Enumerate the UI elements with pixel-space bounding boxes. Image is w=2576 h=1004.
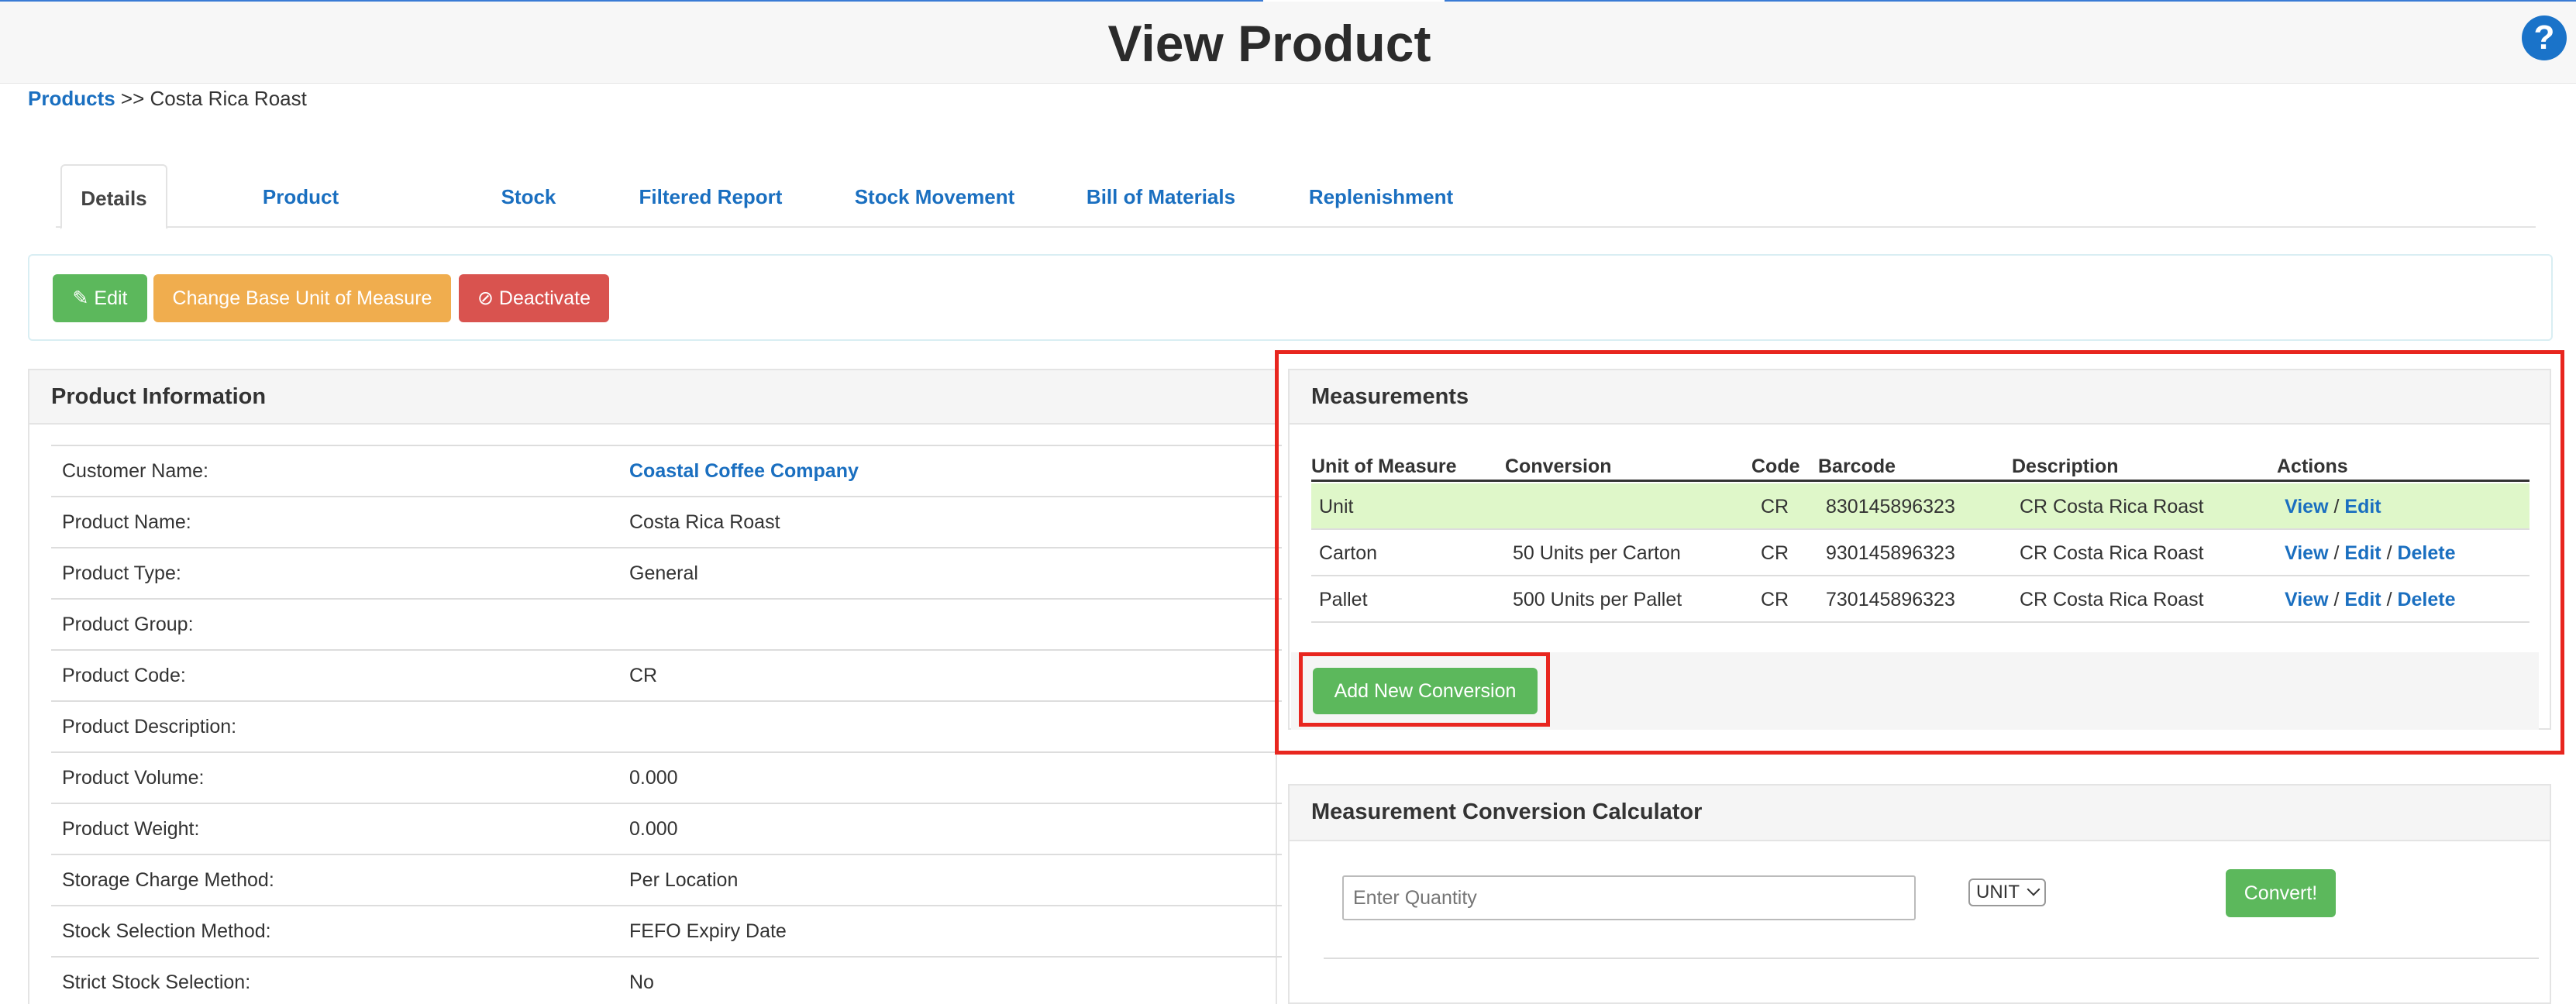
panel-header: Product Information [29, 370, 1276, 425]
info-row: Stock Selection Method: FEFO Expiry Date [51, 905, 1282, 956]
breadcrumb-current: Costa Rica Roast [150, 87, 307, 110]
info-value: No [629, 971, 654, 993]
divider [1324, 958, 2539, 959]
unit-select-value: UNIT [1976, 882, 2020, 903]
tab-product-packagings[interactable]: Product Packagings [208, 164, 394, 273]
question-circle-icon[interactable]: ? [2522, 15, 2567, 60]
change-base-unit-button[interactable]: Change Base Unit of Measure [153, 274, 451, 322]
info-label: Stock Selection Method: [62, 920, 271, 942]
info-row: Product Volume: 0.000 [51, 751, 1282, 803]
info-row: Product Group: [51, 598, 1282, 649]
info-row: Product Weight: 0.000 [51, 803, 1282, 854]
panel-header: Measurement Conversion Calculator [1290, 786, 2550, 841]
info-row: Strict Stock Selection: No [51, 956, 1282, 1004]
quantity-input[interactable] [1342, 875, 1916, 920]
info-label: Product Type: [62, 562, 181, 584]
edit-button-label: Edit [94, 287, 128, 309]
conversion-calculator-panel: Measurement Conversion Calculator UNIT C… [1288, 784, 2551, 1004]
info-row: Product Code: CR [51, 649, 1282, 700]
info-label: Product Description: [62, 716, 237, 738]
panel-title: Measurement Conversion Calculator [1311, 799, 1703, 824]
info-value: 0.000 [629, 767, 678, 789]
info-label: Product Code: [62, 665, 186, 686]
chevron-down-icon [2027, 882, 2040, 896]
info-value: Costa Rica Roast [629, 511, 780, 533]
info-row: Product Description: [51, 700, 1282, 751]
info-label: Product Weight: [62, 818, 200, 840]
info-label: Strict Stock Selection: [62, 971, 251, 993]
info-label: Storage Charge Method: [62, 869, 274, 891]
ban-icon: ⊘ [477, 287, 494, 309]
info-label: Product Volume: [62, 767, 205, 789]
info-row: Storage Charge Method: Per Location [51, 854, 1282, 905]
breadcrumb-products-link[interactable]: Products [28, 87, 115, 110]
action-bar: ✎ Edit Change Base Unit of Measure ⊘ Dea… [28, 254, 2553, 341]
info-value: Per Location [629, 869, 739, 891]
pencil-icon: ✎ [72, 287, 89, 309]
tab-bill-of-materials[interactable]: Bill of Materials [1077, 164, 1245, 229]
info-row: Product Type: General [51, 547, 1282, 598]
edit-button[interactable]: ✎ Edit [53, 274, 147, 322]
info-value: 0.000 [629, 818, 678, 840]
panel-title: Product Information [51, 384, 267, 409]
tab-details[interactable]: Details [60, 164, 167, 229]
tab-stock-movement[interactable]: Stock Movement [848, 164, 1021, 229]
customer-name-link[interactable]: Coastal Coffee Company [629, 460, 859, 483]
page-title: View Product [1107, 15, 1431, 72]
deactivate-button-label: Deactivate [498, 287, 591, 309]
page-header: View Product ? [0, 2, 2576, 84]
tab-stock[interactable]: Stock [490, 164, 567, 229]
info-label: Customer Name: [62, 460, 208, 482]
info-value: CR [629, 665, 658, 686]
info-value: General [629, 562, 698, 584]
annotation-highlight-box [1299, 652, 1550, 727]
breadcrumb: Products >> Costa Rica Roast [28, 87, 307, 111]
deactivate-button[interactable]: ⊘ Deactivate [459, 274, 609, 322]
info-value: FEFO Expiry Date [629, 920, 787, 942]
info-label: Product Group: [62, 614, 194, 635]
unit-select[interactable]: UNIT [1968, 878, 2046, 906]
product-information-panel: Product Information Customer Name: Coast… [28, 369, 1282, 1004]
info-row: Product Name: Costa Rica Roast [51, 496, 1282, 547]
tab-bar: Details Product Packagings Stock Filtere… [56, 164, 2536, 273]
convert-button[interactable]: Convert! [2226, 869, 2336, 917]
tab-replenishment[interactable]: Replenishment [1302, 164, 1460, 229]
info-row: Customer Name: Coastal Coffee Company [51, 445, 1282, 496]
tab-filtered-report[interactable]: Filtered Report [626, 164, 795, 229]
info-label: Product Name: [62, 511, 191, 533]
breadcrumb-separator: >> [120, 87, 145, 110]
